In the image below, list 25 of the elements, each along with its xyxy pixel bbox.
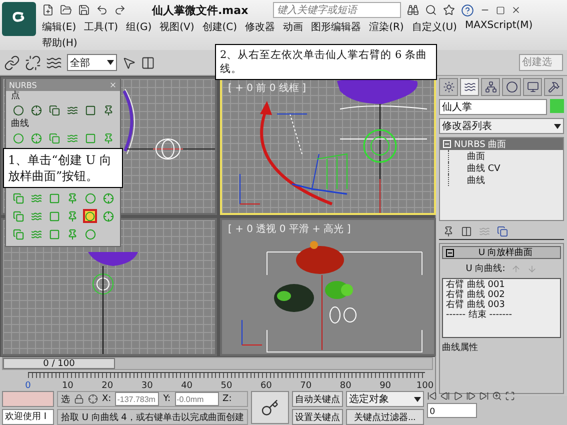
coordinate-label: Y:	[163, 394, 171, 404]
toolbox-title: NURBS	[9, 80, 37, 90]
group-label: 曲线属性	[442, 342, 479, 354]
instruction-callout: 1、单击“创建 U 向放样曲面”按钮。	[3, 148, 123, 188]
frame-number: 80	[340, 381, 352, 391]
frame-number: 40	[181, 381, 193, 391]
frame-number: 100	[416, 381, 434, 391]
frame-number: 20	[102, 381, 114, 391]
section-label: 点	[10, 91, 21, 101]
frame-number: 70	[300, 381, 312, 391]
frame-number: 90	[380, 381, 392, 391]
frame-number: 10	[62, 381, 74, 391]
selection-lock-label: 选	[61, 394, 70, 406]
coordinate-label: X:	[102, 394, 112, 404]
frame-number: 0	[25, 381, 31, 391]
instruction-callout: 2、从右至左依次单击仙人掌右臂的 6 条曲线。	[215, 44, 437, 80]
welcome-text: 欢迎使用 I	[2, 409, 54, 425]
coordinate-label: Z:	[222, 394, 232, 404]
section-label: 曲线	[10, 119, 30, 129]
curves-label: U 向曲线:	[466, 262, 506, 275]
frame-number: 50	[220, 381, 232, 391]
frame-number: 30	[141, 381, 153, 391]
window-title: 仙人掌微文件.max	[152, 2, 250, 18]
prompt-text: 拾取 U 向曲线 4，或右键单击以完成曲面创建	[57, 409, 248, 425]
frame-number: 60	[260, 381, 272, 391]
